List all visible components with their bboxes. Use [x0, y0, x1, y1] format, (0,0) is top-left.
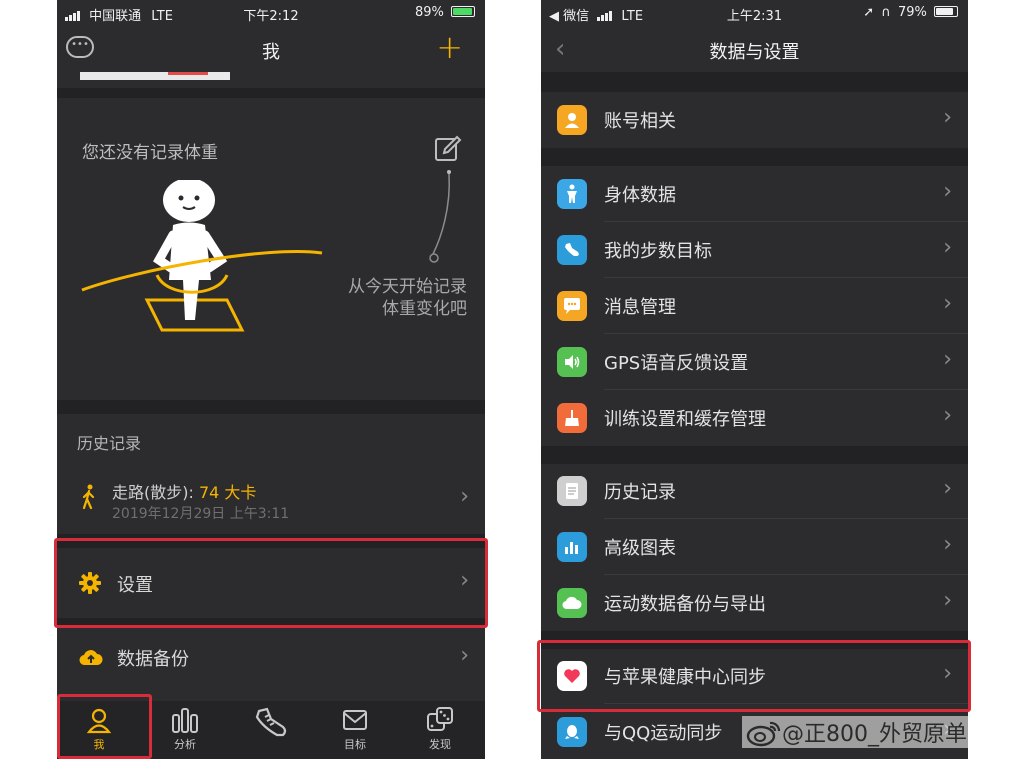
weibo-icon: [746, 721, 781, 747]
section-divider: [57, 400, 485, 414]
menu-item-gps-voice[interactable]: GPS语音反馈设置 ›: [541, 334, 968, 390]
history-heading: 历史记录: [77, 434, 142, 453]
tab-label: 发现: [429, 738, 451, 751]
menu-label: 消息管理: [604, 297, 676, 318]
menu-label: 高级图表: [604, 538, 676, 559]
chevron-right-icon: ›: [943, 532, 952, 557]
add-icon[interactable]: +: [436, 31, 463, 63]
chevron-right-icon: ›: [943, 347, 952, 372]
broom-icon: [557, 403, 587, 433]
location-icon: ➚: [863, 5, 875, 20]
cloud-upload-icon: [79, 650, 103, 666]
record-activity: 走路(散步):: [112, 483, 199, 502]
battery-icon: [934, 6, 958, 17]
tab-label: 目标: [344, 738, 366, 751]
menu-item-backup-export[interactable]: 运动数据备份与导出 ›: [541, 575, 968, 631]
chevron-right-icon: ›: [460, 484, 469, 509]
record-title: 走路(散步): 74 大卡: [112, 479, 256, 503]
menu-item-training-cache[interactable]: 训练设置和缓存管理 ›: [541, 390, 968, 446]
section-divider: [541, 446, 968, 464]
apple-health-highlight-box: [537, 640, 971, 712]
menu-label: 运动数据备份与导出: [604, 594, 766, 615]
dice-icon: [427, 707, 453, 731]
tab-discover[interactable]: 发现: [405, 705, 475, 752]
record-time: 2019年12月29日 上午3:11: [112, 506, 290, 522]
qq-icon: [557, 717, 587, 747]
menu-item-messages[interactable]: 消息管理 ›: [541, 278, 968, 334]
menu-label: 我的步数目标: [604, 241, 712, 262]
menu-item-advanced-charts[interactable]: 高级图表 ›: [541, 519, 968, 575]
chevron-right-icon: ›: [943, 235, 952, 260]
body-icon: [557, 179, 587, 209]
battery-percent: 79%: [897, 5, 927, 20]
page-title: 数据与设置: [709, 42, 800, 63]
profile-card-peek: [80, 72, 230, 80]
envelope-target-icon: [343, 710, 367, 730]
phone-left-screen: 中国联通 LTE 下午2:12 89% ••• 我 + 您还没有记录体重 从今天…: [57, 0, 485, 759]
nav-bar: ‹ 数据与设置: [541, 26, 968, 72]
menu-label: 账号相关: [604, 111, 676, 132]
tab-analysis[interactable]: 分析: [150, 705, 220, 752]
chevron-right-icon: ›: [460, 643, 469, 668]
chevron-right-icon: ›: [943, 403, 952, 428]
chart-icon: [557, 532, 587, 562]
battery-percent: 89%: [414, 5, 444, 20]
status-bar: 中国联通 LTE 下午2:12 89%: [57, 0, 485, 26]
watermark-text: @正800_外贸原单: [782, 722, 967, 747]
cloud-icon: [557, 588, 587, 618]
chevron-right-icon: ›: [943, 291, 952, 316]
weibo-watermark: @正800_外贸原单: [742, 716, 971, 748]
document-icon: [557, 476, 587, 506]
chevron-right-icon: ›: [943, 105, 952, 130]
chevron-right-icon: ›: [943, 476, 952, 501]
section-divider: [541, 72, 968, 92]
bar-chart-icon: [172, 708, 198, 733]
shoe-icon: [557, 235, 587, 265]
menu-item-body-data[interactable]: 身体数据 ›: [541, 166, 968, 222]
hula-hoop-figure-illustration: [81, 180, 323, 332]
settings-highlight-box: [54, 538, 488, 628]
edit-icon[interactable]: [433, 134, 463, 164]
chevron-right-icon: ›: [943, 179, 952, 204]
weight-empty-message: 您还没有记录体重: [82, 143, 218, 163]
section-divider: [541, 148, 968, 166]
menu-item-history[interactable]: 历史记录 ›: [541, 463, 968, 519]
status-bar: ◀ 微信 LTE 上午2:31 ➚ ∩ 79%: [541, 0, 968, 26]
menu-label: 身体数据: [604, 185, 676, 206]
shoe-icon: [255, 707, 287, 737]
tab-workout[interactable]: [236, 705, 306, 742]
tab-label: 分析: [174, 738, 196, 751]
page-title: 我: [262, 42, 280, 63]
headphones-icon: ∩: [881, 5, 891, 20]
tab-goal[interactable]: 目标: [320, 705, 390, 752]
walking-icon: [82, 484, 95, 510]
nav-bar: ••• 我 +: [57, 26, 485, 72]
tab-me-highlight-box: [57, 694, 152, 759]
person-icon: [557, 105, 587, 135]
backup-label: 数据备份: [117, 649, 189, 670]
menu-item-account[interactable]: 账号相关 ›: [541, 92, 968, 148]
section-divider: [57, 88, 485, 98]
menu-label: 与QQ运动同步: [604, 723, 723, 744]
chevron-right-icon: ›: [943, 588, 952, 613]
pointer-line: [429, 170, 451, 263]
menu-label: 训练设置和缓存管理: [604, 409, 766, 430]
menu-label: GPS语音反馈设置: [604, 353, 749, 374]
record-calories: 74 大卡: [198, 483, 257, 502]
menu-item-step-goal[interactable]: 我的步数目标 ›: [541, 222, 968, 278]
menu-label: 历史记录: [604, 482, 676, 503]
weight-hint: 从今天开始记录体重变化吧: [348, 277, 467, 319]
speaker-icon: [557, 347, 587, 377]
message-icon: [557, 291, 587, 321]
battery-icon: [451, 6, 475, 17]
